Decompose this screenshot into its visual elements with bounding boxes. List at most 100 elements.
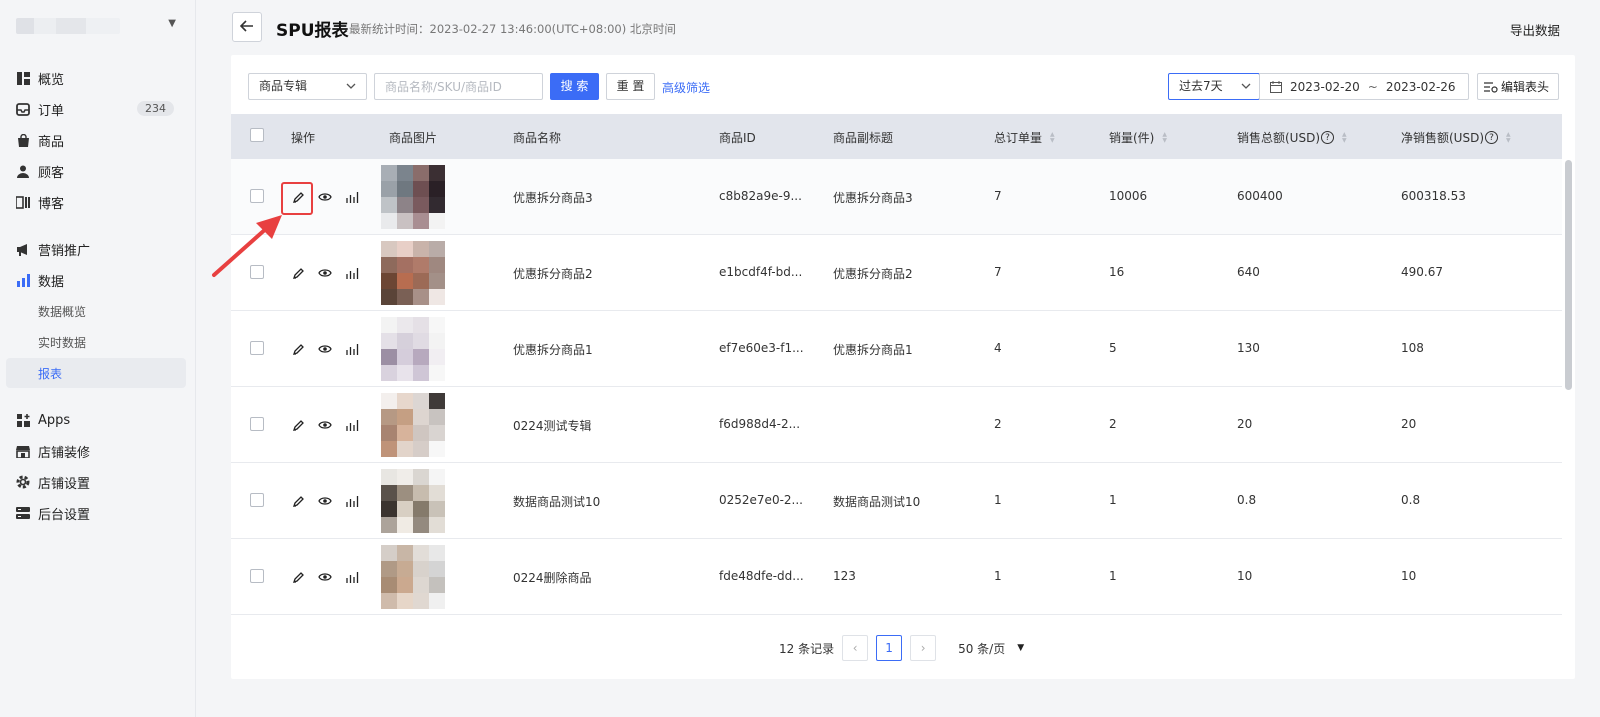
sidebar: ▼ 概览 订单 234 商品 顾客 博客 营销推广 数据 数据概览 实时数据 报… <box>0 0 196 717</box>
row-actions <box>290 569 371 585</box>
row-checkbox[interactable] <box>250 569 264 583</box>
sort-icon: ▲ ▼ <box>1342 130 1347 144</box>
columns-settings-icon <box>1484 81 1498 93</box>
product-id: 0252e7e0-2... <box>719 493 803 507</box>
prev-page-button[interactable]: ‹ <box>842 635 869 661</box>
stats-icon[interactable] <box>344 265 360 281</box>
orders-count-badge: 234 <box>137 101 174 116</box>
period-value: 过去7天 <box>1179 79 1223 93</box>
sales-total: 10 <box>1237 569 1253 583</box>
filter-field-select[interactable]: 商品专辑 <box>248 73 367 100</box>
eye-icon[interactable] <box>317 341 333 357</box>
col-sales[interactable]: 销量(件) ▲ ▼ <box>1109 129 1167 146</box>
edit-icon[interactable] <box>290 417 306 433</box>
sidebar-item-reports[interactable]: 报表 <box>6 358 186 388</box>
col-total[interactable]: 销售总额(USD)? ▲ ▼ <box>1237 129 1347 146</box>
total-orders: 4 <box>994 341 1002 355</box>
store-icon <box>16 444 30 458</box>
sales-total: 640 <box>1237 265 1260 279</box>
table-row: 0224测试专辑 f6d988d4-2... 2 2 20 20 <box>231 387 1562 463</box>
search-input[interactable] <box>374 73 543 100</box>
total-records: 12 条记录 <box>779 641 835 656</box>
sidebar-item-label: 顾客 <box>38 165 65 181</box>
product-image <box>381 545 445 609</box>
edit-header-button[interactable]: 编辑表头 <box>1477 73 1559 100</box>
product-subtitle: 123 <box>833 569 856 583</box>
sidebar-item-orders[interactable]: 订单 234 <box>6 94 186 124</box>
eye-icon[interactable] <box>317 493 333 509</box>
col-sales-label: 销量(件) <box>1109 131 1155 145</box>
store-name-blurred <box>16 18 120 34</box>
sidebar-item-overview[interactable]: 概览 <box>6 63 186 93</box>
edit-icon[interactable] <box>290 569 306 585</box>
edit-icon[interactable] <box>290 493 306 509</box>
product-subtitle: 优惠拆分商品1 <box>833 343 913 357</box>
sidebar-item-admin-settings[interactable]: 后台设置 <box>6 498 186 528</box>
sidebar-item-blog[interactable]: 博客 <box>6 187 186 217</box>
sidebar-item-marketing[interactable]: 营销推广 <box>6 234 186 264</box>
sidebar-item-label: 数据 <box>38 274 65 290</box>
export-data-button[interactable]: 导出数据 <box>1510 20 1560 39</box>
table-scrollbar[interactable] <box>1565 160 1572 390</box>
sidebar-item-label: 博客 <box>38 196 65 212</box>
sidebar-item-apps[interactable]: Apps <box>6 405 186 435</box>
sidebar-item-label: 商品 <box>38 134 65 150</box>
row-checkbox[interactable] <box>250 417 264 431</box>
stats-icon[interactable] <box>344 189 360 205</box>
help-icon[interactable]: ? <box>1321 131 1335 144</box>
stats-icon[interactable] <box>344 569 360 585</box>
search-button[interactable]: 搜 索 <box>550 73 599 100</box>
sidebar-item-label: 数据概览 <box>38 304 87 319</box>
page-title: SPU报表 <box>276 21 349 41</box>
sidebar-item-realtime[interactable]: 实时数据 <box>6 327 186 357</box>
select-all-checkbox[interactable] <box>250 128 264 142</box>
next-page-button[interactable]: › <box>910 635 937 661</box>
sidebar-item-label: 店铺装修 <box>38 445 91 461</box>
period-select[interactable]: 过去7天 <box>1168 73 1260 100</box>
stats-icon[interactable] <box>344 493 360 509</box>
apps-icon <box>16 413 30 427</box>
eye-icon[interactable] <box>317 417 333 433</box>
eye-icon[interactable] <box>317 569 333 585</box>
sidebar-item-store-design[interactable]: 店铺装修 <box>6 436 186 466</box>
page-1-button[interactable]: 1 <box>876 635 903 661</box>
reset-button[interactable]: 重 置 <box>606 73 655 100</box>
row-actions <box>290 493 371 509</box>
sales-total: 600400 <box>1237 189 1283 203</box>
back-button[interactable] <box>232 12 262 42</box>
date-range-picker[interactable]: 2023-02-20 ~ 2023-02-26 <box>1259 73 1469 100</box>
megaphone-icon <box>16 242 30 256</box>
product-image <box>381 469 445 533</box>
stats-icon[interactable] <box>344 417 360 433</box>
edit-icon[interactable] <box>290 341 306 357</box>
total-orders: 7 <box>994 189 1002 203</box>
row-checkbox[interactable] <box>250 341 264 355</box>
sidebar-item-data-overview[interactable]: 数据概览 <box>6 296 186 326</box>
col-total-label: 销售总额(USD) <box>1237 131 1321 145</box>
col-orders[interactable]: 总订单量 ▲ ▼ <box>994 129 1055 146</box>
col-name: 商品名称 <box>513 131 562 145</box>
sidebar-item-store-settings[interactable]: 店铺设置 <box>6 467 186 497</box>
help-icon[interactable]: ? <box>1485 131 1499 144</box>
sidebar-item-label: Apps <box>38 412 71 428</box>
eye-icon[interactable] <box>317 265 333 281</box>
chevron-down-icon <box>346 74 356 108</box>
stats-icon[interactable] <box>344 341 360 357</box>
chevron-down-icon <box>1241 74 1251 108</box>
col-net[interactable]: 净销售额(USD)? ▲ ▼ <box>1401 129 1511 146</box>
edit-icon[interactable] <box>290 265 306 281</box>
product-image <box>381 241 445 305</box>
sales-qty: 1 <box>1109 569 1117 583</box>
net-sales: 10 <box>1401 569 1417 583</box>
page-size-select[interactable]: 50 条/页 ▼ <box>958 640 1024 657</box>
advanced-filter-link[interactable]: 高级筛选 <box>662 79 710 96</box>
store-switcher[interactable]: ▼ <box>16 16 176 38</box>
eye-icon[interactable] <box>317 189 333 205</box>
sidebar-item-products[interactable]: 商品 <box>6 125 186 155</box>
date-start: 2023-02-20 <box>1290 79 1360 94</box>
product-name: 优惠拆分商品3 <box>513 191 593 205</box>
sidebar-item-customers[interactable]: 顾客 <box>6 156 186 186</box>
sales-total: 130 <box>1237 341 1260 355</box>
row-checkbox[interactable] <box>250 493 264 507</box>
sidebar-item-data[interactable]: 数据 <box>6 265 186 295</box>
